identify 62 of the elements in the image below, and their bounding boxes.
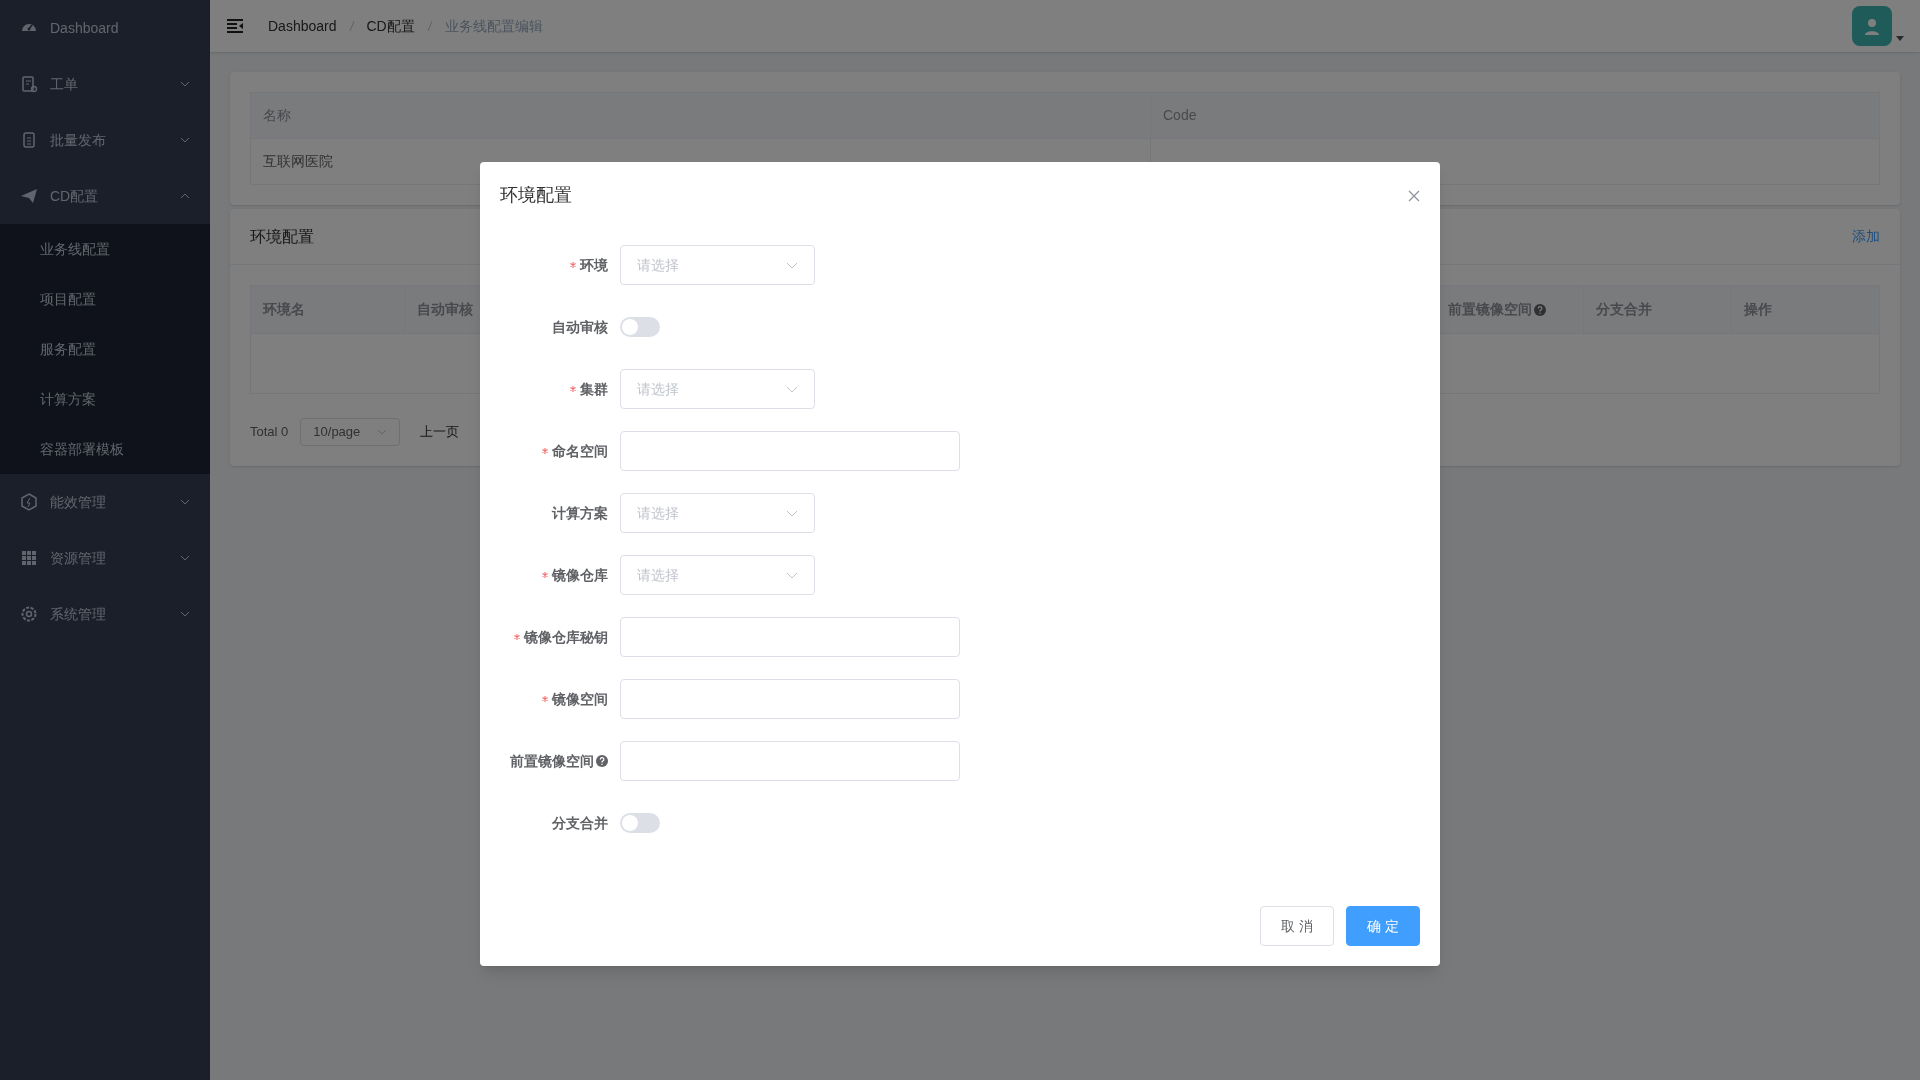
chevron-down-icon <box>786 385 798 393</box>
toggle-switch[interactable] <box>620 813 660 833</box>
sidebar-item[interactable]: Dashboard <box>50 17 190 39</box>
submenu-item[interactable]: 容器部署模板 <box>40 438 124 460</box>
submenu-item[interactable]: 业务线配置 <box>40 238 110 260</box>
chevron-down-icon <box>786 261 798 269</box>
section-title: 环境配置 <box>250 226 314 247</box>
submenu-item[interactable]: 服务配置 <box>40 338 96 360</box>
select-field[interactable]: 请选择 <box>620 245 815 285</box>
cancel-button[interactable]: 取 消 <box>1260 906 1335 946</box>
total-count: Total 0 <box>250 423 289 442</box>
sidebar-item[interactable]: 工单 <box>50 73 168 95</box>
input-field[interactable] <box>620 679 960 719</box>
field-label: 镜像仓库秘钥 <box>524 627 608 647</box>
submenu-item[interactable]: 项目配置 <box>40 288 96 310</box>
sidebar-item[interactable]: CD配置 <box>50 185 168 207</box>
settings-icon <box>20 605 38 623</box>
field-label: 集群 <box>580 379 608 399</box>
help-icon[interactable] <box>596 755 608 767</box>
field-label: 自动审核 <box>552 317 608 337</box>
hexagon-bolt-icon <box>20 493 38 511</box>
sidebar-item[interactable]: 系统管理 <box>50 603 168 625</box>
sidebar-item[interactable]: 资源管理 <box>50 547 168 569</box>
add-link[interactable]: 添加 <box>1852 226 1880 247</box>
sidebar-item[interactable]: 能效管理 <box>50 491 168 513</box>
avatar[interactable] <box>1852 6 1892 46</box>
breadcrumb-item[interactable]: CD配置 <box>366 15 415 37</box>
confirm-button[interactable]: 确 定 <box>1346 906 1420 946</box>
grid-icon <box>20 549 38 567</box>
field-label: 环境 <box>580 255 608 275</box>
input-field[interactable] <box>620 617 960 657</box>
help-icon[interactable] <box>1534 303 1546 316</box>
toggle-switch[interactable] <box>620 317 660 337</box>
close-icon[interactable] <box>1408 189 1420 202</box>
select-field[interactable]: 请选择 <box>620 369 815 409</box>
chevron-down-icon <box>786 571 798 579</box>
caret-icon[interactable] <box>1896 36 1904 42</box>
field-label: 分支合并 <box>552 813 608 833</box>
breadcrumb-item[interactable]: Dashboard <box>268 15 337 37</box>
field-label: 镜像空间 <box>552 689 608 709</box>
separator-slash-icon <box>348 20 355 32</box>
input-field[interactable] <box>620 431 960 471</box>
person-silhouette-icon <box>1862 16 1882 36</box>
field-label: 计算方案 <box>552 503 608 523</box>
select-field[interactable]: 请选择 <box>620 555 815 595</box>
separator-slash-icon <box>426 20 433 32</box>
dialog-title: 环境配置 <box>500 184 572 207</box>
sidebar-item[interactable]: 批量发布 <box>50 129 168 151</box>
chevron-down-icon <box>377 429 388 435</box>
input-field[interactable] <box>620 741 960 781</box>
field-label: 命名空间 <box>552 441 608 461</box>
field-label: 前置镜像空间 <box>510 751 594 771</box>
document-icon <box>20 131 38 149</box>
table-cell: 互联网医院 <box>263 153 333 169</box>
document-gear-icon <box>20 75 38 93</box>
field-label: 镜像仓库 <box>552 565 608 585</box>
paper-plane-icon <box>20 187 38 205</box>
page-size-select[interactable]: 10/page <box>300 418 401 446</box>
submenu-item[interactable]: 计算方案 <box>40 388 96 410</box>
chevron-down-icon <box>786 509 798 517</box>
menu-icon[interactable] <box>226 18 244 34</box>
select-field[interactable]: 请选择 <box>620 493 815 533</box>
